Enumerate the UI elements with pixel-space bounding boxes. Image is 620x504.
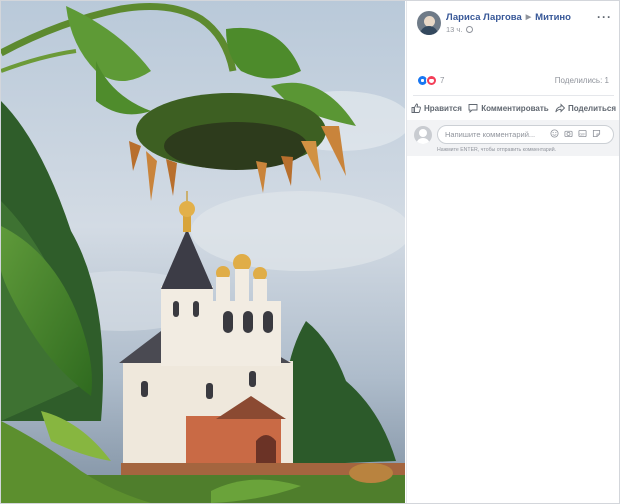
comment-hint: Нажмите ENTER, чтобы отправить комментар… [437, 147, 557, 153]
avatar-body [420, 26, 438, 35]
like-button[interactable]: Нравится [411, 100, 462, 116]
share-count[interactable]: Поделились: 1 [555, 76, 609, 85]
post-sidebar: Лариса Ларгова ▶ Митино 13 ч. ··· 7 Подели… [406, 1, 619, 503]
user-avatar [414, 126, 432, 144]
sticker-icon[interactable] [592, 129, 601, 138]
post-viewer: Лариса Ларгова ▶ Митино 13 ч. ··· 7 Подели… [0, 0, 620, 504]
comment-composer: Напишите комментарий... GIF Нажмите ENTE… [407, 120, 619, 156]
love-reaction-icon[interactable] [426, 75, 437, 86]
comment-label: Комментировать [481, 103, 549, 113]
avatar-shoulders [416, 138, 430, 144]
like-label: Нравится [424, 103, 462, 113]
thumbs-up-icon [411, 103, 421, 113]
author-avatar[interactable] [417, 11, 441, 35]
svg-text:GIF: GIF [580, 132, 587, 136]
reactions-bar: 7 Поделились: 1 [417, 75, 610, 87]
divider [413, 95, 614, 96]
share-icon [555, 103, 565, 113]
gif-icon[interactable]: GIF [578, 129, 587, 138]
arrow-right-icon: ▶ [525, 14, 532, 21]
post-timestamp[interactable]: 13 ч. [446, 25, 462, 34]
post-meta: 13 ч. [446, 25, 474, 34]
post-header: Лариса Ларгова ▶ Митино 13 ч. ··· [415, 10, 614, 40]
emoji-icon[interactable] [550, 129, 559, 138]
more-options-button[interactable]: ··· [597, 10, 612, 24]
camera-icon[interactable] [564, 129, 573, 138]
post-location[interactable]: Митино [535, 12, 571, 23]
reaction-count[interactable]: 7 [440, 76, 444, 85]
avatar-head [419, 129, 427, 137]
globe-icon [466, 26, 474, 33]
post-author-line: Лариса Ларгова ▶ Митино [446, 12, 571, 23]
comment-icon [468, 104, 478, 113]
share-label: Поделиться [567, 103, 616, 113]
post-photo[interactable] [1, 1, 405, 503]
share-button[interactable]: Поделиться [555, 100, 616, 116]
author-name[interactable]: Лариса Ларгова [446, 12, 522, 23]
post-actions: Нравится Комментировать Поделиться [411, 100, 616, 116]
photo-church-sunflower [1, 1, 405, 503]
comment-button[interactable]: Комментировать [468, 100, 549, 116]
comment-tools: GIF [550, 129, 601, 138]
